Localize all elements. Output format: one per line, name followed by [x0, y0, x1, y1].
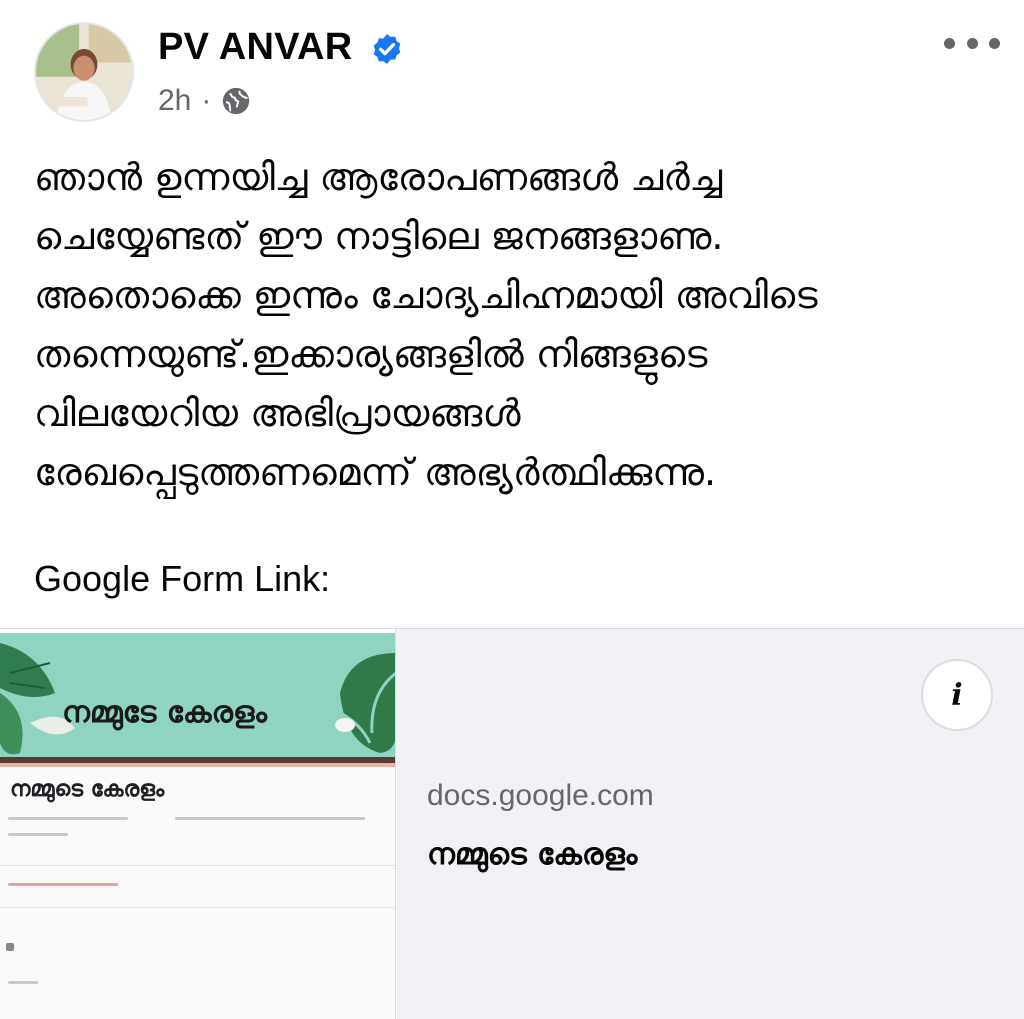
- link-preview-image[interactable]: നമ്മുടേ കേരളം നമ്മുടെ കേരളം: [0, 629, 396, 1019]
- form-preview-required-note: [8, 883, 118, 886]
- post-meta: 2h ·: [158, 84, 251, 118]
- more-dot: [944, 37, 955, 49]
- post-text-line: വിലയേറിയ അഭിപ്രായങ്ങൾ: [34, 391, 521, 435]
- author-name[interactable]: PV ANVAR: [158, 26, 353, 69]
- form-preview-text: [8, 833, 68, 836]
- google-form-label: Google Form Link:: [34, 558, 331, 599]
- banner-title: നമ്മുടേ കേരളം: [62, 695, 267, 730]
- post-text-line: ഞാൻ ഉന്നയിച്ച ആരോപണങ്ങൾ ചർച്ച: [34, 155, 723, 199]
- post-text-line: തന്നെയുണ്ട്.ഇക്കാര്യങ്ങളിൽ നിങ്ങളുടെ: [34, 332, 708, 376]
- verified-badge-icon: [373, 34, 401, 64]
- post-text-line: അതൊക്കെ ഇന്നും ചോദ്യചിഹ്നമായി അവിടെ: [34, 273, 818, 317]
- form-preview-body: നമ്മുടെ കേരളം: [0, 767, 395, 1019]
- form-preview-heading: നമ്മുടെ കേരളം: [10, 777, 165, 802]
- link-title[interactable]: നമ്മുടെ കേരളം: [427, 837, 637, 872]
- link-preview-info[interactable]: i docs.google.com നമ്മുടെ കേരളം: [397, 629, 1024, 1019]
- author-avatar[interactable]: [34, 22, 134, 122]
- more-options-icon[interactable]: [944, 28, 1000, 58]
- avatar-photo: [36, 24, 132, 120]
- more-dot: [989, 37, 1000, 49]
- post-text-line: ചെയ്യേണ്ടത് ഈ നാട്ടിലെ ജനങ്ങളാണു.: [34, 214, 724, 258]
- form-preview-divider: [0, 907, 395, 908]
- form-preview-text: [175, 817, 365, 820]
- post-header: PV ANVAR 2h ·: [0, 0, 1024, 140]
- post-text-line: രേഖപ്പെടുത്തണമെന്ന് അഭ്യർത്ഥിക്കുന്നു.: [34, 450, 717, 494]
- more-dot: [966, 37, 978, 49]
- meta-separator: ·: [201, 84, 212, 117]
- post-timestamp[interactable]: 2h: [158, 84, 191, 118]
- link-preview-card[interactable]: നമ്മുടേ കേരളം നമ്മുടെ കേരളം i docs.googl…: [0, 628, 1024, 1019]
- form-preview-text: [8, 817, 128, 820]
- post-message: ഞാൻ ഉന്നയിച്ച ആരോപണങ്ങൾ ചർച്ച ചെയ്യേണ്ടത…: [34, 148, 994, 502]
- form-preview-field-mark: [6, 943, 14, 951]
- form-preview-text: [8, 981, 38, 984]
- globe-icon[interactable]: [221, 86, 251, 116]
- info-icon[interactable]: i: [921, 659, 993, 731]
- link-domain: docs.google.com: [427, 779, 654, 812]
- form-preview-divider: [0, 865, 395, 866]
